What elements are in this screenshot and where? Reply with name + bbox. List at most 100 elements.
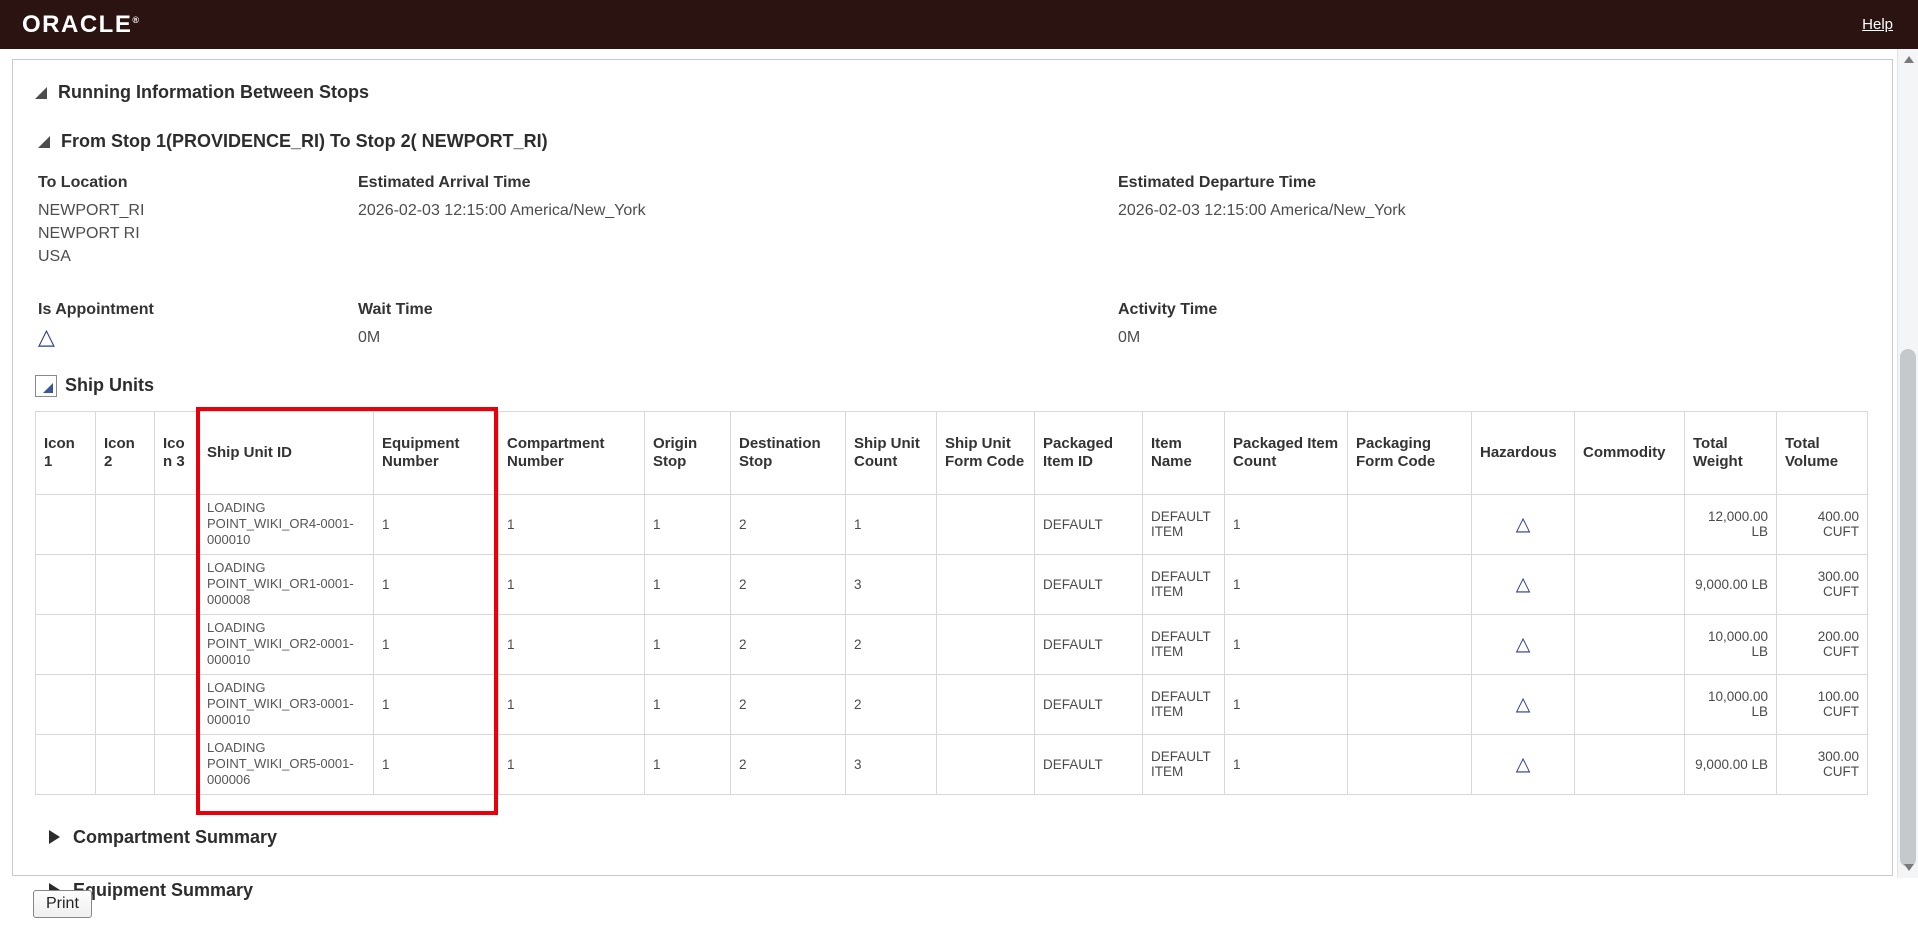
table-row[interactable]: LOADING POINT_WIKI_OR4-0001-000010 1 1 1 2 1 D… — [35, 493, 1868, 555]
cell-equipment-number: 1 — [373, 733, 499, 795]
table-row[interactable]: LOADING POINT_WIKI_OR5-0001-000006 1 1 1 2 3 D… — [35, 733, 1868, 795]
ship-units-table-wrap: Icon 1 Icon 2 Icon 3 Ship Unit ID Equipm… — [35, 406, 1868, 815]
cell-hazardous: △ — [1471, 493, 1575, 555]
wait-time-value: 0M — [358, 328, 381, 346]
col-header-origin-stop: Origin Stop — [644, 410, 731, 495]
col-header-packaged-item-id: Packaged Item ID — [1034, 410, 1143, 495]
col-header-compartment-number: Compartment Number — [498, 410, 645, 495]
cell-ship-unit-count: 3 — [845, 553, 937, 615]
col-header-ship-unit-count: Ship Unit Count — [845, 410, 937, 495]
cell-equipment-number: 1 — [373, 493, 499, 555]
cell-total-volume: 200.00 CUFT — [1776, 613, 1868, 675]
section-equipment-summary[interactable]: Equipment Summary — [49, 880, 1870, 901]
cell-icon2 — [95, 613, 155, 675]
cell-origin-stop: 1 — [644, 613, 731, 675]
field-to-location: To Location NEWPORT_RI NEWPORT RI USA — [38, 174, 358, 269]
scroll-up-arrow-icon[interactable] — [1898, 49, 1918, 70]
compartment-summary-title: Compartment Summary — [73, 826, 278, 847]
cell-item-name: DEFAULT ITEM — [1142, 493, 1225, 555]
field-activity-time: Activity Time 0M — [1118, 301, 1870, 351]
hazardous-triangle-icon: △ — [1515, 573, 1531, 595]
collapse-box-triangle-icon — [35, 374, 57, 397]
cell-total-weight: 9,000.00 LB — [1684, 733, 1777, 795]
scrollbar-thumb[interactable] — [1900, 349, 1916, 867]
col-header-icon-3: Icon 3 — [154, 410, 199, 495]
cell-commodity — [1574, 553, 1685, 615]
cell-ship-unit-form-code — [936, 733, 1035, 795]
activity-time-value: 0M — [1118, 328, 1141, 346]
section-running-information[interactable]: Running Information Between Stops — [35, 82, 1870, 103]
table-row[interactable]: LOADING POINT_WIKI_OR2-0001-000010 1 1 1 2 2 D… — [35, 613, 1868, 675]
activity-time-label: Activity Time — [1118, 300, 1218, 318]
field-estimated-departure-time: Estimated Departure Time 2026-02-03 12:1… — [1118, 174, 1870, 269]
oracle-logo: ORACLE® — [22, 11, 139, 39]
collapse-triangle-icon — [35, 86, 47, 99]
cell-icon3 — [154, 553, 199, 615]
cell-hazardous: △ — [1471, 553, 1575, 615]
cell-icon1 — [35, 733, 96, 795]
print-button[interactable]: Print — [33, 890, 92, 918]
cell-ship-unit-id: LOADING POINT_WIKI_OR2-0001-000010 — [198, 613, 374, 675]
cell-total-weight: 9,000.00 LB — [1684, 553, 1777, 615]
cell-packaged-item-id: DEFAULT — [1034, 613, 1143, 675]
cell-icon3 — [154, 733, 199, 795]
cell-icon1 — [35, 553, 96, 615]
col-header-item-name: Item Name — [1142, 410, 1225, 495]
cell-ship-unit-id: LOADING POINT_WIKI_OR4-0001-000010 — [198, 493, 374, 555]
section-ship-units[interactable]: Ship Units — [35, 374, 1870, 397]
stop-details-grid: To Location NEWPORT_RI NEWPORT RI USA Es… — [38, 174, 1870, 351]
hazardous-triangle-icon: △ — [1515, 693, 1531, 715]
cell-equipment-number: 1 — [373, 553, 499, 615]
cell-destination-stop: 2 — [730, 673, 846, 735]
hazardous-triangle-icon: △ — [1515, 513, 1531, 535]
col-header-commodity: Commodity — [1574, 410, 1685, 495]
cell-origin-stop: 1 — [644, 553, 731, 615]
from-stop-to-stop-title: From Stop 1(PROVIDENCE_RI) To Stop 2( NE… — [61, 131, 548, 151]
cell-origin-stop: 1 — [644, 493, 731, 555]
cell-destination-stop: 2 — [730, 733, 846, 795]
vertical-scrollbar[interactable] — [1897, 49, 1918, 878]
cell-packaged-item-count: 1 — [1224, 733, 1348, 795]
scroll-down-arrow-icon[interactable] — [1898, 857, 1918, 878]
field-is-appointment: Is Appointment △ — [38, 301, 358, 351]
cell-ship-unit-id: LOADING POINT_WIKI_OR3-0001-000010 — [198, 673, 374, 735]
cell-packaged-item-count: 1 — [1224, 553, 1348, 615]
cell-packaged-item-count: 1 — [1224, 613, 1348, 675]
table-row[interactable]: LOADING POINT_WIKI_OR1-0001-000008 1 1 1 2 3 D… — [35, 553, 1868, 615]
cell-ship-unit-id: LOADING POINT_WIKI_OR1-0001-000008 — [198, 553, 374, 615]
cell-destination-stop: 2 — [730, 613, 846, 675]
cell-item-name: DEFAULT ITEM — [1142, 673, 1225, 735]
section-compartment-summary[interactable]: Compartment Summary — [49, 827, 1870, 848]
cell-compartment-number: 1 — [498, 733, 645, 795]
estimated-arrival-value: 2026-02-03 12:15:00 America/New_York — [358, 202, 646, 219]
cell-packaged-item-id: DEFAULT — [1034, 493, 1143, 555]
cell-compartment-number: 1 — [498, 493, 645, 555]
cell-ship-unit-count: 2 — [845, 613, 937, 675]
estimated-departure-value: 2026-02-03 12:15:00 America/New_York — [1118, 202, 1406, 219]
registered-mark: ® — [132, 14, 139, 25]
to-location-line-2: NEWPORT RI — [38, 225, 140, 243]
cell-icon3 — [154, 673, 199, 735]
col-header-icon-1: Icon 1 — [35, 410, 96, 495]
cell-destination-stop: 2 — [730, 553, 846, 615]
cell-hazardous: △ — [1471, 733, 1575, 795]
footer: Print — [33, 890, 92, 918]
cell-destination-stop: 2 — [730, 493, 846, 555]
field-wait-time: Wait Time 0M — [358, 301, 1118, 351]
cell-equipment-number: 1 — [373, 613, 499, 675]
cell-packaging-form-code — [1347, 613, 1472, 675]
table-header-row: Icon 1 Icon 2 Icon 3 Ship Unit ID Equipm… — [35, 410, 1868, 495]
cell-icon1 — [35, 493, 96, 555]
ship-units-title: Ship Units — [65, 375, 154, 396]
help-link[interactable]: Help — [1862, 16, 1893, 33]
cell-icon3 — [154, 493, 199, 555]
collapse-triangle-icon — [38, 135, 50, 148]
table-row[interactable]: LOADING POINT_WIKI_OR3-0001-000010 1 1 1 2 2 D… — [35, 673, 1868, 735]
col-header-destination-stop: Destination Stop — [730, 410, 846, 495]
col-header-ship-unit-id: Ship Unit ID — [198, 410, 374, 495]
section-from-stop-to-stop[interactable]: From Stop 1(PROVIDENCE_RI) To Stop 2( NE… — [38, 131, 1870, 152]
cell-item-name: DEFAULT ITEM — [1142, 733, 1225, 795]
cell-icon2 — [95, 673, 155, 735]
appointment-triangle-icon: △ — [38, 323, 55, 349]
cell-commodity — [1574, 493, 1685, 555]
